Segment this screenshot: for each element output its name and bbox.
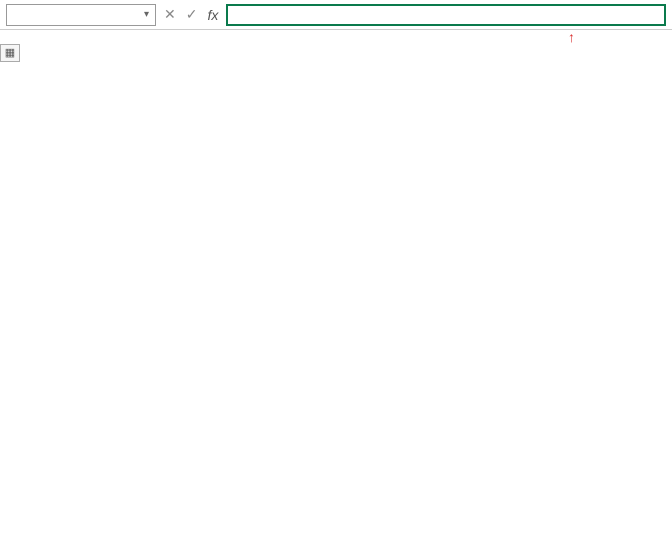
formula-input[interactable] bbox=[226, 4, 666, 26]
chevron-down-icon[interactable]: ▾ bbox=[144, 9, 149, 20]
cancel-icon[interactable]: ✕ bbox=[164, 6, 176, 23]
paste-options-icon[interactable]: ▦ bbox=[0, 44, 20, 62]
arrow-up-icon: ↑ bbox=[568, 30, 575, 44]
formula-bar-icons: ✕ ✓ fx bbox=[164, 6, 218, 23]
accept-icon[interactable]: ✓ bbox=[186, 6, 198, 23]
formula-bar: ▾ ✕ ✓ fx bbox=[0, 0, 672, 30]
name-box[interactable]: ▾ bbox=[6, 4, 156, 26]
fx-icon[interactable]: fx bbox=[207, 7, 218, 23]
